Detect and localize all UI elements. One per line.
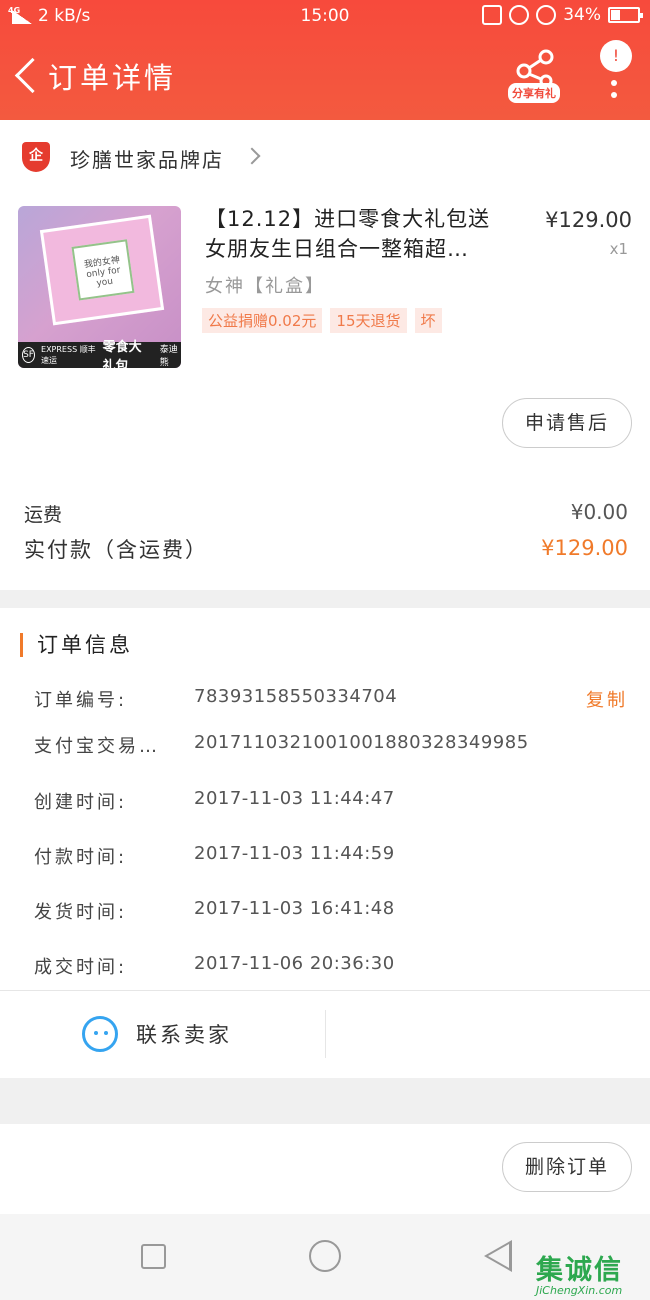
alarm-icon xyxy=(536,5,557,25)
home-icon[interactable] xyxy=(309,1240,341,1272)
shipping-value: ¥0.00 xyxy=(570,500,628,524)
after-sale-button[interactable]: 申请售后 xyxy=(502,398,632,448)
row-value: 2017-11-03 16:41:48 xyxy=(194,898,395,919)
completed-time-row: 成交时间: 2017-11-06 20:36:30 xyxy=(34,953,634,983)
vertical-divider xyxy=(325,1010,326,1058)
notification-badge: ! xyxy=(600,40,632,72)
back-triangle-icon[interactable] xyxy=(484,1240,512,1272)
more-dots-icon xyxy=(611,80,617,86)
status-bar: 4G 2 kB/s 15:00 34% xyxy=(0,0,650,34)
lock-rotation-icon xyxy=(509,5,530,25)
header-bar: 4G 2 kB/s 15:00 34% 订单详情 分享有礼 ! xyxy=(0,0,650,120)
store-badge-icon: 企 xyxy=(22,142,50,172)
share-icon xyxy=(516,49,554,87)
product-title[interactable]: 【12.12】进口零食大礼包送 女朋友生日组合一整箱超… xyxy=(205,204,525,264)
total-value: ¥129.00 xyxy=(541,536,628,560)
product-sku: 女神【礼盒】 xyxy=(205,276,325,297)
created-time-row: 创建时间: 2017-11-03 11:44:47 xyxy=(34,788,634,818)
product-card-text: 我的女神 only for you xyxy=(71,239,135,301)
shipped-time-row: 发货时间: 2017-11-03 16:41:48 xyxy=(34,898,634,928)
row-label: 成交时间: xyxy=(34,957,128,978)
row-value: 78393158550334704 xyxy=(194,686,398,707)
watermark: 集诚信 JiChengXin.com xyxy=(532,1248,650,1300)
contact-seller-label: 联系卖家 xyxy=(136,1023,232,1047)
row-label: 创建时间: xyxy=(34,792,128,813)
row-value: 2017110321001001880328349985 xyxy=(194,732,529,753)
strip-brand: 泰迪熊 xyxy=(159,345,178,368)
page-title: 订单详情 xyxy=(48,61,177,95)
bottom-action-bar: 删除订单 xyxy=(0,1124,650,1214)
share-button[interactable]: 分享有礼 xyxy=(508,47,564,103)
row-label: 支付宝交易… xyxy=(34,736,160,757)
watermark-glyphs: 集诚信 xyxy=(536,1255,623,1286)
product-image[interactable]: 我的女神 only for you SF EXPRESS 顺丰速运 零食大礼包 … xyxy=(18,206,181,368)
battery-icon xyxy=(608,7,643,23)
paid-time-row: 付款时间: 2017-11-03 11:44:59 xyxy=(34,843,634,873)
battery-percent: 34% xyxy=(563,5,601,25)
product-price: ¥129.00 xyxy=(545,208,632,232)
chat-face-icon xyxy=(82,1016,118,1052)
order-info-heading: 订单信息 xyxy=(20,633,133,657)
store-name[interactable]: 珍膳世家品牌店 xyxy=(70,144,224,173)
product-title-line2: 女朋友生日组合一整箱超… xyxy=(205,237,469,261)
strip-express: EXPRESS 顺丰速运 xyxy=(41,345,96,365)
row-label: 订单编号: xyxy=(34,690,128,711)
divider xyxy=(0,990,650,991)
chevron-right-icon[interactable] xyxy=(243,147,261,165)
copy-button[interactable]: 复制 xyxy=(586,686,628,712)
product-image-strip: SF EXPRESS 顺丰速运 零食大礼包 泰迪熊 xyxy=(18,340,181,368)
row-value: 2017-11-06 20:36:30 xyxy=(194,953,395,974)
product-tags: 公益捐赠0.02元 15天退货 坏 xyxy=(202,308,442,333)
row-value: 2017-11-03 11:44:47 xyxy=(194,788,395,809)
recent-apps-icon[interactable] xyxy=(141,1244,166,1269)
status-right: 34% xyxy=(482,5,643,25)
sf-logo: SF xyxy=(22,347,36,363)
contact-seller-button[interactable]: 联系卖家 xyxy=(82,1016,232,1052)
total-label: 实付款（含运费） xyxy=(24,538,208,562)
order-item-section: 企 珍膳世家品牌店 我的女神 only for you SF EXPRESS 顺… xyxy=(0,120,650,590)
tag-charity: 公益捐赠0.02元 xyxy=(202,308,323,333)
vibrate-icon xyxy=(482,5,503,25)
share-label: 分享有礼 xyxy=(508,83,560,103)
shipping-label: 运费 xyxy=(24,504,63,526)
row-label: 发货时间: xyxy=(34,902,128,923)
order-number-row: 订单编号: 78393158550334704 复制 xyxy=(34,686,634,716)
row-label: 付款时间: xyxy=(34,847,128,868)
more-menu-button[interactable]: ! xyxy=(596,40,636,100)
product-title-line1: 【12.12】进口零食大礼包送 xyxy=(205,207,491,231)
back-arrow-icon[interactable] xyxy=(10,55,40,95)
order-info-section: 订单信息 订单编号: 78393158550334704 复制 支付宝交易… 2… xyxy=(0,608,650,1078)
tag-bad: 坏 xyxy=(414,308,442,333)
row-value: 2017-11-03 11:44:59 xyxy=(194,843,395,864)
tag-return: 15天退货 xyxy=(330,308,407,333)
watermark-site: JiChengXin.com xyxy=(536,1284,623,1297)
strip-title: 零食大礼包 xyxy=(102,340,142,368)
alipay-trade-row: 支付宝交易… 2017110321001001880328349985 xyxy=(34,732,634,762)
delete-order-button[interactable]: 删除订单 xyxy=(502,1142,632,1192)
product-quantity: x1 xyxy=(609,240,628,258)
